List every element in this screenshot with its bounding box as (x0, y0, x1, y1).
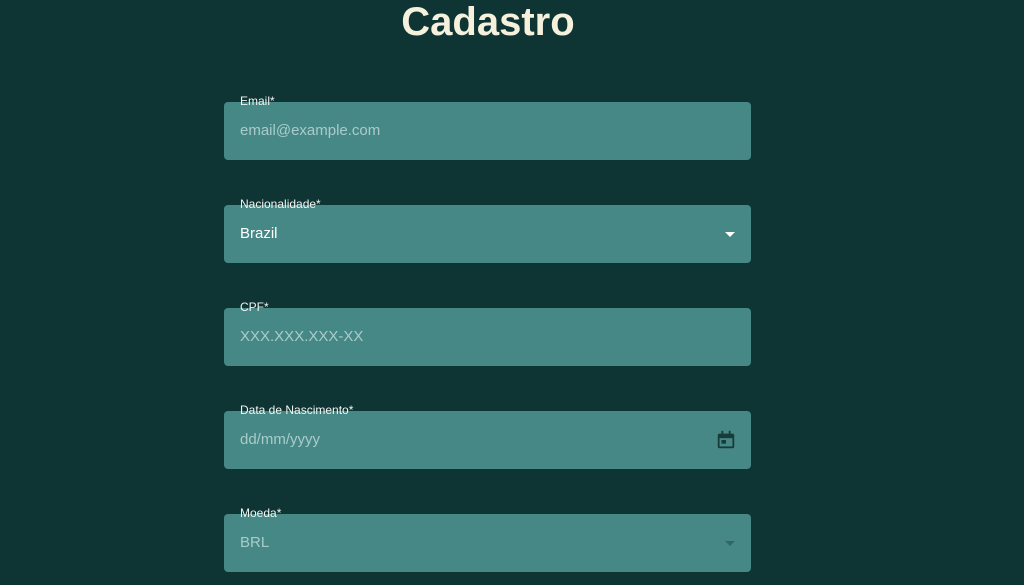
birthdate-input[interactable]: dd/mm/yyyy (240, 411, 320, 469)
cpf-field[interactable]: CPF* XXX.XXX.XXX-XX (224, 300, 751, 366)
signup-page: Cadastro Email* email@example.com Nacion… (0, 0, 1024, 585)
chevron-down-icon[interactable] (725, 541, 735, 546)
email-input[interactable]: email@example.com (240, 102, 380, 160)
nationality-value: Brazil (240, 225, 278, 242)
page-title: Cadastro (401, 0, 575, 44)
birthdate-field[interactable]: Data de Nascimento* dd/mm/yyyy (224, 403, 751, 469)
chevron-down-icon[interactable] (725, 232, 735, 237)
currency-value: BRL (240, 534, 270, 551)
calendar-icon[interactable] (715, 429, 737, 451)
currency-select[interactable]: Moeda* BRL (224, 506, 751, 572)
cpf-input[interactable]: XXX.XXX.XXX-XX (240, 308, 363, 366)
email-field[interactable]: Email* email@example.com (224, 94, 751, 160)
nationality-select[interactable]: Nacionalidade* Brazil (224, 197, 751, 263)
